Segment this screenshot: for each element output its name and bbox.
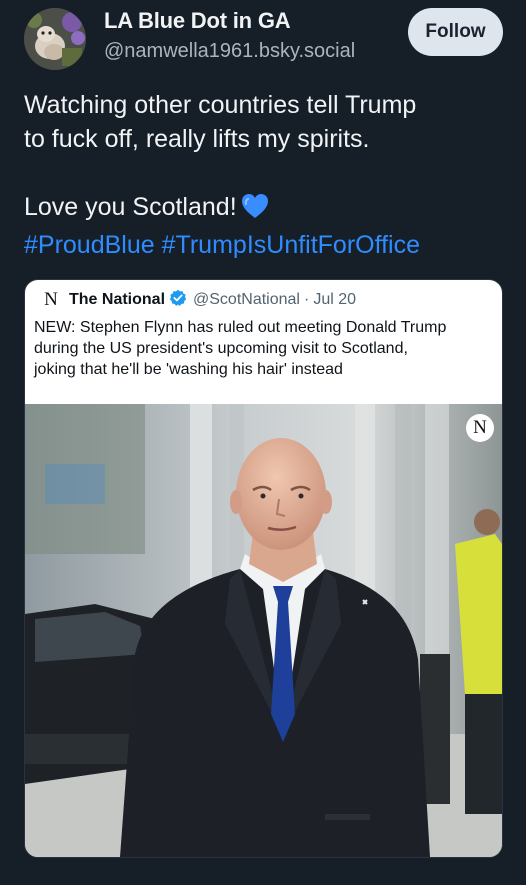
post-line-with-heart: Love you Scotland!	[24, 190, 504, 228]
quoted-post-photo[interactable]: N	[25, 404, 502, 857]
blue-heart-icon	[241, 193, 269, 228]
quoted-post-card[interactable]: N The National @ScotNational · Jul 20 NE…	[24, 279, 503, 858]
quoted-post-date[interactable]: Jul 20	[313, 291, 356, 309]
quoted-text-line: NEW: Stephen Flynn has ruled out meeting…	[34, 319, 447, 336]
quoted-post-header: N The National @ScotNational · Jul 20	[39, 289, 356, 311]
photo-watermark-logo: N	[466, 414, 494, 442]
display-name[interactable]: LA Blue Dot in GA	[104, 8, 291, 34]
quoted-author-handle[interactable]: @ScotNational	[193, 291, 300, 309]
quoted-author-name[interactable]: The National	[69, 291, 165, 309]
post: LA Blue Dot in GA @namwella1961.bsky.soc…	[0, 0, 526, 885]
hashtag-link[interactable]: #ProudBlue	[24, 231, 155, 259]
post-line: to fuck off, really lifts my spirits.	[24, 125, 370, 153]
quoted-post-text: NEW: Stephen Flynn has ruled out meeting…	[34, 317, 496, 380]
the-national-logo-icon: N	[44, 289, 58, 310]
separator-dot: ·	[303, 291, 310, 308]
avatar-photo-icon	[24, 8, 86, 70]
hashtag-link[interactable]: #TrumpIsUnfitForOffice	[162, 231, 420, 259]
post-line: Watching other countries tell Trump	[24, 91, 417, 119]
quoted-text-line: joking that he'll be 'washing his hair' …	[34, 361, 343, 378]
man-in-suit-photo	[25, 404, 502, 857]
author-handle[interactable]: @namwella1961.bsky.social	[104, 40, 355, 63]
post-line: Love you Scotland!	[24, 193, 237, 221]
follow-button[interactable]: Follow	[408, 8, 503, 56]
quoted-text-line: during the US president's upcoming visit…	[34, 340, 408, 357]
verified-badge-icon	[169, 289, 187, 312]
post-text: Watching other countries tell Trump to f…	[24, 88, 504, 262]
hashtag-row: #ProudBlue #TrumpIsUnfitForOffice	[24, 228, 504, 262]
avatar[interactable]	[24, 8, 86, 70]
